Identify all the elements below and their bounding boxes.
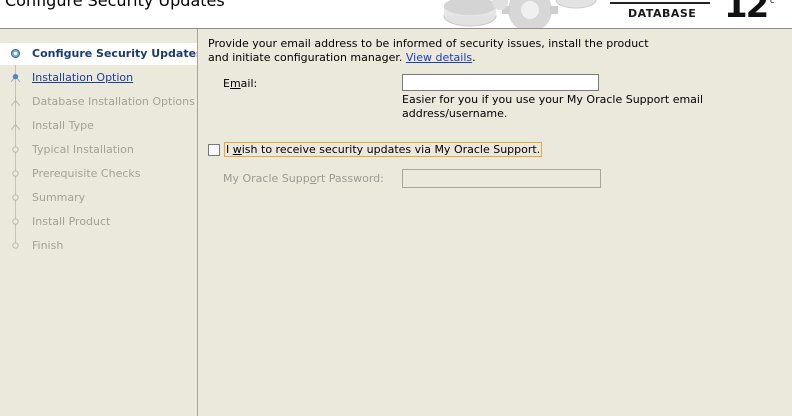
checkbox-label-mnemonic: w xyxy=(232,143,242,156)
intro-end: . xyxy=(472,51,476,64)
pending-step-icon xyxy=(12,242,19,249)
password-label: My Oracle Support Password: xyxy=(223,172,384,185)
step-summary: Summary xyxy=(0,187,197,209)
step-label: Summary xyxy=(32,191,86,204)
step-finish: Finish xyxy=(0,235,197,257)
brand-product: DATABASE xyxy=(628,7,697,20)
step-label: Database Installation Options xyxy=(32,95,195,108)
email-hint-line-2: address/username. xyxy=(402,107,508,120)
intro-line-2: and initiate configuration manager. xyxy=(208,51,403,64)
brand-suffix: c xyxy=(770,0,775,5)
intro-line-1: Provide your email address to be informe… xyxy=(208,37,649,50)
step-database-installation-options: Database Installation Options xyxy=(0,91,197,113)
gears-decoration-icon xyxy=(443,0,597,28)
step-label: Finish xyxy=(32,239,64,252)
branch-step-icon xyxy=(11,121,20,130)
brand-divider xyxy=(610,2,710,4)
current-step-icon xyxy=(11,49,20,58)
step-label: Prerequisite Checks xyxy=(32,167,141,180)
checkbox-label-pre: I xyxy=(226,143,233,156)
step-label[interactable]: Installation Option xyxy=(32,71,133,84)
step-label: Typical Installation xyxy=(32,143,134,156)
email-label-mnemonic: m xyxy=(229,77,241,90)
page-title: Configure Security Updates xyxy=(5,0,225,10)
brand-version: 12 xyxy=(724,0,769,26)
steps-panel: Configure Security Updates Installation … xyxy=(0,29,197,416)
email-hint: Easier for you if you use your My Oracle… xyxy=(402,93,732,121)
email-hint-line-1: Easier for you if you use your My Oracle… xyxy=(402,93,704,106)
step-installation-option[interactable]: Installation Option xyxy=(0,67,197,89)
step-prerequisite-checks: Prerequisite Checks xyxy=(0,163,197,185)
email-field[interactable] xyxy=(402,74,599,91)
security-updates-label[interactable]: I wish to receive security updates via M… xyxy=(224,142,543,157)
main-content: Provide your email address to be informe… xyxy=(198,29,792,416)
header-banner: Configure Security Updates DATABASE 12 c xyxy=(0,0,792,28)
pending-step-icon xyxy=(12,218,19,225)
step-install-type: Install Type xyxy=(0,115,197,137)
next-step-icon xyxy=(11,73,20,82)
pending-step-icon xyxy=(12,194,19,201)
password-label-post: rt Password: xyxy=(316,172,384,185)
step-configure-security-updates: Configure Security Updates xyxy=(0,43,197,65)
email-label-pre: E xyxy=(223,77,230,90)
step-label: Install Type xyxy=(32,119,94,132)
step-typical-installation: Typical Installation xyxy=(0,139,197,161)
security-updates-checkbox[interactable] xyxy=(208,144,220,156)
step-install-product: Install Product xyxy=(0,211,197,233)
branch-step-icon xyxy=(11,97,20,106)
pending-step-icon xyxy=(12,146,19,153)
intro-text: Provide your email address to be informe… xyxy=(208,37,708,65)
email-label: Email: xyxy=(223,77,257,90)
password-label-pre: My Oracle Supp xyxy=(223,172,310,185)
step-label: Configure Security Updates xyxy=(32,47,197,60)
pending-step-icon xyxy=(12,170,19,177)
password-field xyxy=(402,169,601,188)
checkbox-label-post: ish to receive security updates via My O… xyxy=(241,143,541,156)
step-label: Install Product xyxy=(32,215,111,228)
view-details-link[interactable]: View details xyxy=(406,51,472,64)
email-label-post: ail: xyxy=(240,77,258,90)
